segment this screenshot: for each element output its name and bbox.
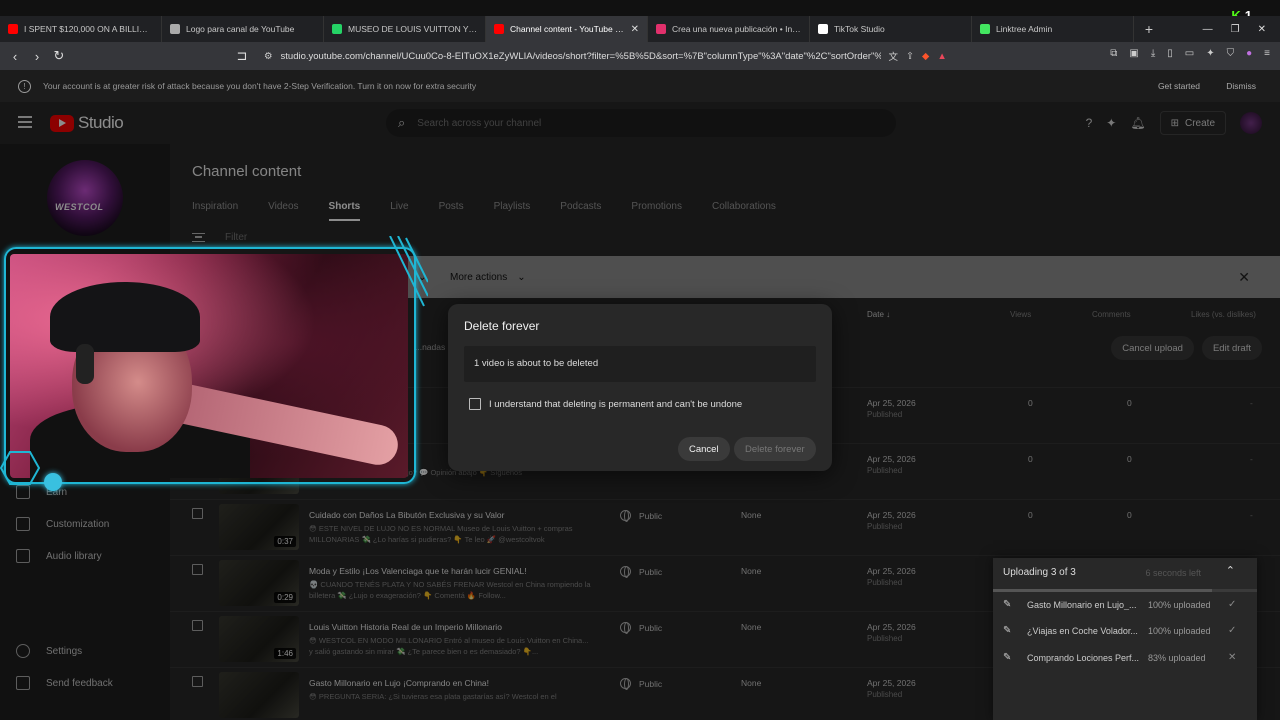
tab-favicon-icon (980, 24, 990, 34)
dialog-title: Delete forever (464, 319, 540, 333)
dismiss-button[interactable]: Dismiss (1226, 81, 1256, 91)
url-text: studio.youtube.com/channel/UCuu0Co-8-EIT… (280, 50, 881, 62)
webcam-dot-decor (44, 473, 62, 491)
browser-tab-bar: I SPENT $120,000 ON A BILLIONAIRE Logo pa… (0, 16, 1280, 42)
tab-favicon-icon (818, 24, 828, 34)
upload-item[interactable]: ✎ ¿Viajas en Coche Volador... 100% uploade… (1003, 625, 1247, 636)
upload-item-status: 83% uploaded (1148, 652, 1206, 663)
upload-remaining: 6 seconds left (1145, 568, 1201, 578)
edit-pencil-icon[interactable]: ✎ (1003, 599, 1015, 610)
tab-favicon-icon (656, 24, 666, 34)
close-tab-icon[interactable]: ✕ (631, 24, 639, 35)
menu-icon[interactable]: ≡ (1264, 48, 1270, 59)
dialog-message: 1 video is about to be deleted (464, 346, 816, 382)
browser-tab[interactable]: Linktree Admin (972, 16, 1134, 42)
reload-icon[interactable]: ↻ (48, 48, 70, 64)
upload-item-name: Comprando Lociones Perf... (1027, 652, 1140, 663)
download-icon[interactable]: ⤓ (1151, 48, 1155, 59)
security-banner: ! Your account is at greater risk of att… (0, 70, 1280, 102)
upload-item-name: Gasto Millonario en Lujo_... (1027, 599, 1137, 610)
address-bar[interactable]: ⚙ studio.youtube.com/channel/UCuu0Co-8-E… (258, 45, 978, 67)
webcam-feed (10, 254, 408, 478)
browser-tab[interactable]: MUSEO DE LOUIS VUITTON Y COMP (324, 16, 486, 42)
wallet-card-icon[interactable]: ▭ (1185, 48, 1194, 59)
get-started-button[interactable]: Get started (1158, 81, 1200, 91)
back-icon[interactable]: ‹ (4, 49, 26, 64)
delete-forever-button[interactable]: Delete forever (734, 437, 816, 461)
vpn-icon[interactable]: ⛉ (1227, 48, 1235, 59)
extension-icon[interactable]: ⧉ (1110, 48, 1117, 59)
cancel-button[interactable]: Cancel (678, 437, 730, 461)
acknowledge-checkbox-row[interactable]: I understand that deleting is permanent … (469, 398, 742, 410)
upload-item-status: 100% uploaded (1148, 625, 1211, 636)
chevron-up-icon[interactable]: ⌃ (1226, 564, 1235, 577)
browser-tab[interactable]: Channel content - YouTube Studio ✕ (486, 16, 648, 42)
forward-icon[interactable]: › (26, 49, 48, 64)
upload-item[interactable]: ✎ Gasto Millonario en Lujo_... 100% upload… (1003, 599, 1247, 610)
upload-progress-bar (993, 589, 1257, 592)
minimize-icon[interactable]: — (1203, 24, 1213, 35)
bookmark-icon[interactable]: ⊐ (231, 48, 253, 64)
browser-extension-icons: ⧉ ▣ ⤓ ▯ ▭ ✦ ⛉ ● ≡ (1110, 48, 1270, 59)
webcam-headset (76, 344, 94, 384)
translate-icon[interactable]: 文 (889, 49, 899, 63)
edit-pencil-icon[interactable]: ✎ (1003, 652, 1015, 663)
screen: K1 I SPENT $120,000 ON A BILLIONAIRELogo… (0, 0, 1280, 720)
webcam-person-cap (50, 282, 200, 352)
warning-icon: ! (18, 79, 31, 93)
browser-tab[interactable]: Crea una nueva publicación • Instagr (648, 16, 810, 42)
close-window-icon[interactable]: ✕ (1258, 24, 1266, 35)
close-icon[interactable]: ✕ (1228, 652, 1236, 663)
tab-favicon-icon (170, 24, 180, 34)
sidebar-toggle-icon[interactable]: ▯ (1167, 48, 1173, 59)
restore-icon[interactable]: ❐ (1231, 24, 1240, 35)
leo-icon[interactable]: ✦ (1206, 48, 1214, 59)
upload-panel: Uploading 3 of 3 6 seconds left ⌃ ✎ Gasto… (993, 558, 1257, 720)
webcam-decor-lines (389, 236, 428, 307)
profile-icon[interactable]: ● (1246, 48, 1252, 59)
browser-tab[interactable]: TikTok Studio (810, 16, 972, 42)
brave-shield-icon[interactable]: ◆ (922, 51, 929, 62)
banner-text: Your account is at greater risk of attac… (43, 81, 477, 91)
share-icon[interactable]: ⇪ (906, 51, 914, 62)
tab-title: TikTok Studio (834, 24, 885, 34)
tab-favicon-icon (8, 24, 18, 34)
browser-tab[interactable]: Logo para canal de YouTube (162, 16, 324, 42)
window-controls: — ❐ ✕ (1203, 16, 1280, 42)
tab-favicon-icon (494, 24, 504, 34)
tab-favicon-icon (332, 24, 342, 34)
tab-title: Channel content - YouTube Studio (510, 24, 625, 34)
tab-title: I SPENT $120,000 ON A BILLIONAIRE (24, 24, 153, 34)
upload-item-name: ¿Viajas en Coche Volador... (1027, 625, 1138, 636)
edit-pencil-icon[interactable]: ✎ (1003, 625, 1015, 636)
browser-tab[interactable]: I SPENT $120,000 ON A BILLIONAIRE (0, 16, 162, 42)
tab-title: MUSEO DE LOUIS VUITTON Y COMP (348, 24, 477, 34)
rewards-icon[interactable]: ▲ (937, 51, 946, 62)
os-top-strip (0, 0, 1280, 16)
tab-title: Logo para canal de YouTube (186, 24, 295, 34)
new-tab-button[interactable]: + (1134, 21, 1164, 37)
browser-toolbar: ‹ › ↻ ⊐ ⚙ studio.youtube.com/channel/UCu… (0, 42, 1280, 70)
check-icon: ✓ (1228, 625, 1237, 636)
upload-item[interactable]: ✎ Comprando Lociones Perf... 83% uploaded ✕ (1003, 652, 1247, 663)
tab-title: Crea una nueva publicación • Instagr (672, 24, 801, 34)
upload-progress-fill (993, 589, 1213, 592)
site-info-icon[interactable]: ⚙ (264, 51, 273, 62)
acknowledge-checkbox[interactable] (469, 398, 481, 410)
delete-forever-dialog: Delete forever 1 video is about to be de… (448, 304, 832, 471)
upload-title: Uploading 3 of 3 (1003, 567, 1076, 578)
webcam-hexagon-decor (0, 451, 40, 485)
check-icon: ✓ (1228, 599, 1237, 610)
acknowledge-label[interactable]: I understand that deleting is permanent … (489, 399, 742, 410)
wallet-icon[interactable]: ▣ (1129, 48, 1138, 59)
tab-title: Linktree Admin (996, 24, 1053, 34)
upload-item-status: 100% uploaded (1148, 599, 1211, 610)
